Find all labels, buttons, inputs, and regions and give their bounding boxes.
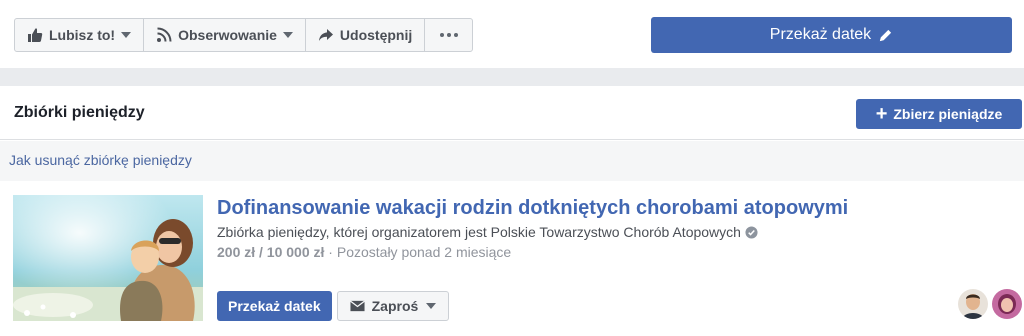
organizer-text: Zbiórka pieniędzy, której organizatorem … (217, 224, 741, 240)
raised-amount: 200 zł / 10 000 zł (217, 244, 325, 260)
invite-label: Zaproś (371, 298, 419, 314)
envelope-icon (349, 300, 365, 312)
fundraiser-title[interactable]: Dofinansowanie wakacji rodzin dotkniętyc… (217, 197, 1014, 220)
meta-separator: · (324, 244, 337, 260)
help-link[interactable]: Jak usunąć zbiórkę pieniędzy (9, 152, 192, 168)
more-options-button[interactable] (425, 19, 472, 51)
time-remaining: Pozostały ponad 2 miesiące (336, 244, 512, 260)
page-actions-group: Lubisz to! Obserwowanie Udostępnij (14, 18, 474, 52)
share-button[interactable]: Udostępnij (306, 19, 426, 51)
fundraiser-info: Dofinansowanie wakacji rodzin dotkniętyc… (217, 197, 1014, 260)
chevron-down-icon (426, 303, 437, 309)
raise-money-label: Zbierz pieniądze (893, 106, 1003, 122)
follow-label: Obserwowanie (178, 27, 277, 43)
follow-button[interactable]: Obserwowanie (144, 19, 306, 51)
fundraisers-header: Zbiórki pieniędzy + Zbierz pieniądze (0, 86, 1024, 140)
raise-money-button[interactable]: + Zbierz pieniądze (856, 99, 1022, 129)
fundraiser-donate-label: Przekaż datek (228, 298, 321, 314)
invite-button[interactable]: Zaproś (336, 291, 450, 321)
donate-label: Przekaż datek (769, 26, 872, 43)
fundraiser-actions: Przekaż datek Zaproś (217, 291, 450, 321)
rss-icon (156, 27, 172, 43)
fundraiser-progress: 200 zł / 10 000 zł · Pozostały ponad 2 m… (217, 244, 1014, 260)
fundraiser-photo[interactable] (13, 195, 203, 321)
verified-badge-icon (745, 225, 758, 239)
ellipsis-icon (439, 33, 458, 37)
thumbs-up-icon (27, 27, 43, 43)
plus-icon: + (875, 103, 888, 125)
section-divider (0, 68, 1024, 86)
share-label: Udostępnij (339, 27, 413, 43)
fundraiser-organizer: Zbiórka pieniędzy, której organizatorem … (217, 224, 1014, 240)
supporter-avatars (958, 289, 1022, 319)
like-button[interactable]: Lubisz to! (15, 19, 145, 51)
like-label: Lubisz to! (49, 27, 116, 43)
section-title: Zbiórki pieniędzy (14, 104, 145, 121)
avatar[interactable] (958, 289, 988, 319)
page-action-bar: Lubisz to! Obserwowanie Udostępnij Przek… (0, 0, 1024, 68)
chevron-down-icon (121, 32, 132, 38)
share-arrow-icon (318, 27, 334, 43)
fundraiser-card: Dofinansowanie wakacji rodzin dotkniętyc… (0, 181, 1024, 336)
help-row: Jak usunąć zbiórkę pieniędzy (0, 141, 1024, 181)
donate-button[interactable]: Przekaż datek (651, 17, 1012, 53)
avatar[interactable] (992, 289, 1022, 319)
fundraiser-donate-button[interactable]: Przekaż datek (217, 291, 332, 321)
pencil-icon (878, 28, 893, 43)
chevron-down-icon (282, 32, 293, 38)
